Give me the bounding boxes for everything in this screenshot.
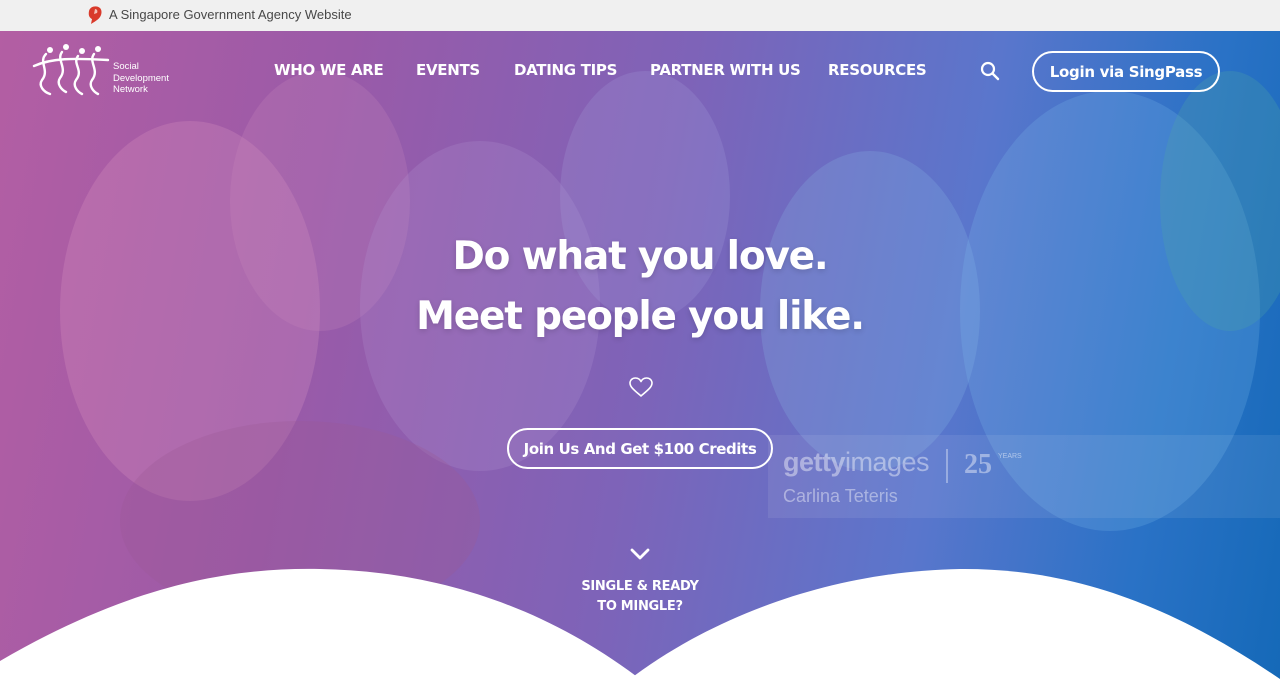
nav-resources[interactable]: RESOURCES (828, 61, 927, 79)
hero-headline-2: Meet people you like. (416, 294, 865, 339)
sdn-logo-mark-icon (32, 44, 110, 96)
watermark-credit: Carlina Teteris (783, 486, 898, 506)
watermark-brand: gettyimages (783, 447, 930, 477)
nav-events[interactable]: EVENTS (416, 61, 480, 79)
hero-section: gettyimages 25 YEARS Carlina Teteris Soc… (0, 31, 1280, 679)
nav-partner-with-us[interactable]: PARTNER WITH US (650, 61, 801, 79)
lion-head-icon (88, 6, 102, 24)
sdn-logo-text: Social Development Network (113, 61, 193, 96)
logo-line-social: Social (113, 61, 139, 72)
nav-dating-tips[interactable]: DATING TIPS (514, 61, 617, 79)
nav-who-we-are[interactable]: WHO WE ARE (274, 61, 384, 79)
heart-icon (629, 377, 653, 397)
government-banner-text: A Singapore Government Agency Website (109, 7, 352, 22)
watermark-years-label: YEARS (998, 453, 1022, 460)
sdn-logo[interactable]: Social Development Network (32, 40, 192, 102)
watermark-divider (946, 449, 948, 483)
scroll-prompt-line-2: TO MINGLE? (597, 599, 683, 614)
logo-line-development: Development (113, 72, 169, 84)
join-us-button[interactable]: Join Us And Get $100 Credits (507, 428, 773, 469)
chevron-down-icon[interactable] (629, 547, 651, 561)
search-icon[interactable] (979, 60, 1001, 82)
hero-headline-1: Do what you love. (452, 234, 828, 279)
hero-photo-shape (560, 71, 730, 321)
watermark-years: 25 (964, 449, 992, 480)
getty-watermark: gettyimages 25 YEARS Carlina Teteris (768, 435, 1280, 518)
login-singpass-button[interactable]: Login via SingPass (1032, 51, 1220, 92)
scroll-prompt-line-1: SINGLE & READY (581, 579, 699, 594)
government-banner: A Singapore Government Agency Website (0, 0, 1280, 31)
logo-line-network: Network (113, 84, 148, 95)
